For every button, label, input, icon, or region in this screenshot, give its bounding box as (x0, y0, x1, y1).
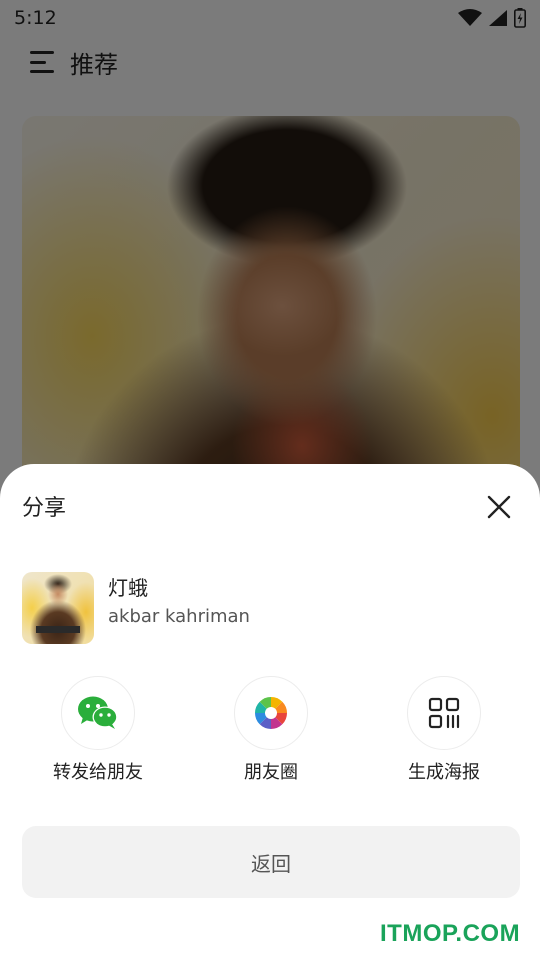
cover-label-decoration (36, 626, 80, 633)
share-to-moments-button[interactable]: 朋友圈 (196, 676, 346, 786)
wechat-icon-circle (61, 676, 135, 750)
watermark-logo: ITMOP.COM (380, 920, 521, 947)
moments-icon (255, 697, 287, 729)
share-to-friend-label: 转发给朋友 (53, 762, 143, 783)
back-button[interactable]: 返回 (22, 826, 520, 898)
moments-icon-circle (234, 676, 308, 750)
song-cover-thumbnail (22, 572, 94, 644)
song-info: 灯蛾 akbar kahriman (22, 572, 512, 644)
share-options: 转发给朋友 朋友圈 生成海报 (0, 676, 540, 786)
share-sheet: 分享 灯蛾 akbar kahriman 转发给朋友 朋友圈 生成海报 返回 (0, 464, 540, 960)
sheet-title: 分享 (22, 496, 67, 521)
close-button[interactable] (482, 490, 516, 524)
wechat-icon (78, 696, 118, 729)
share-to-moments-label: 朋友圈 (244, 762, 298, 783)
close-icon (487, 495, 511, 519)
song-artist: akbar kahriman (108, 606, 250, 627)
generate-poster-label: 生成海报 (408, 762, 480, 783)
share-to-friend-button[interactable]: 转发给朋友 (23, 676, 173, 786)
song-title: 灯蛾 (108, 576, 148, 600)
poster-icon-circle (407, 676, 481, 750)
poster-qr-icon (428, 697, 460, 729)
generate-poster-button[interactable]: 生成海报 (369, 676, 519, 786)
